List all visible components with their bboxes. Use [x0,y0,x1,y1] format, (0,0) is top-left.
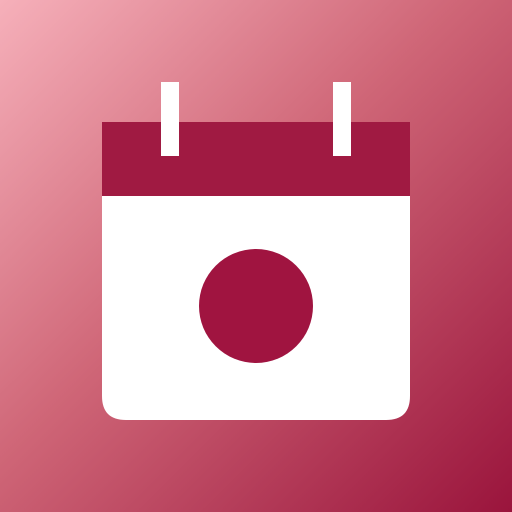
sun-disc [199,249,313,363]
calendar-ring-right [333,82,351,156]
calendar-header [102,122,410,196]
calendar-ring-left [161,82,179,156]
calendar-flag-icon [0,0,512,512]
app-icon-background [0,0,512,512]
